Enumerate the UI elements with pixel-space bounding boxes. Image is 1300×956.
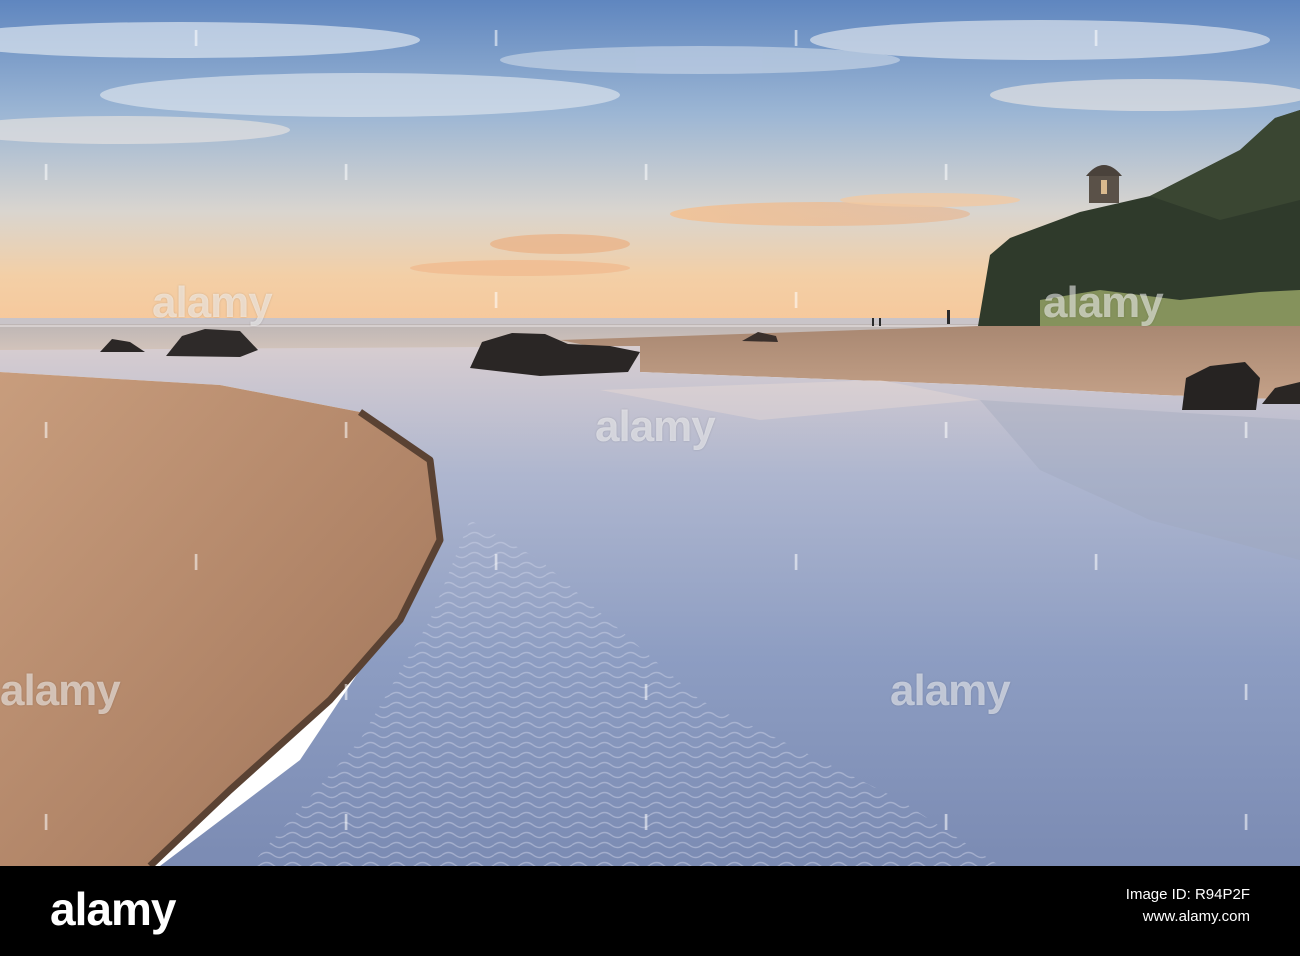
watermark-mark: ǀ — [1093, 550, 1100, 575]
image-id: Image ID: R94P2F — [1125, 886, 1250, 903]
temple-icon — [1086, 165, 1122, 203]
watermark-mark: ǀ — [1243, 418, 1250, 443]
watermark-mark: ǀ — [343, 810, 350, 835]
watermark-mark: ǀ — [793, 550, 800, 575]
watermark-mark: ǀ — [493, 26, 500, 51]
watermark-mark: ǀ — [1243, 810, 1250, 835]
watermark-mark: ǀ — [343, 160, 350, 185]
watermark-mark: ǀ — [943, 810, 950, 835]
watermark-mark: ǀ — [643, 160, 650, 185]
watermark-mark: ǀ — [193, 550, 200, 575]
watermark-mark: ǀ — [193, 26, 200, 51]
watermark-mark: ǀ — [793, 288, 800, 313]
watermark-mark: ǀ — [943, 160, 950, 185]
stock-photo-frame: alamy alamy alamy alamy alamy ǀ ǀ ǀ ǀ ǀ … — [0, 0, 1300, 956]
footer-meta: Image ID: R94P2F www.alamy.com — [1126, 884, 1250, 928]
alamy-logo[interactable]: alamy — [50, 882, 176, 936]
watermark-mark: ǀ — [343, 680, 350, 705]
watermark-mark: ǀ — [943, 418, 950, 443]
watermark-mark: ǀ — [43, 160, 50, 185]
beach-photo: alamy alamy alamy alamy alamy ǀ ǀ ǀ ǀ ǀ … — [0, 0, 1300, 866]
watermark-mark: ǀ — [643, 810, 650, 835]
watermark-mark: ǀ — [493, 550, 500, 575]
watermark-mark: ǀ — [1093, 26, 1100, 51]
stock-footer: alamy Image ID: R94P2F www.alamy.com — [0, 866, 1300, 956]
watermark-mark: ǀ — [43, 418, 50, 443]
watermark-mark: ǀ — [493, 288, 500, 313]
beach-scene — [0, 0, 1300, 866]
watermark-mark: ǀ — [793, 26, 800, 51]
watermark-mark: ǀ — [343, 418, 350, 443]
watermark-mark: ǀ — [643, 680, 650, 705]
watermark-mark: ǀ — [1243, 680, 1250, 705]
watermark-mark: ǀ — [43, 810, 50, 835]
site-url[interactable]: www.alamy.com — [1126, 906, 1250, 928]
